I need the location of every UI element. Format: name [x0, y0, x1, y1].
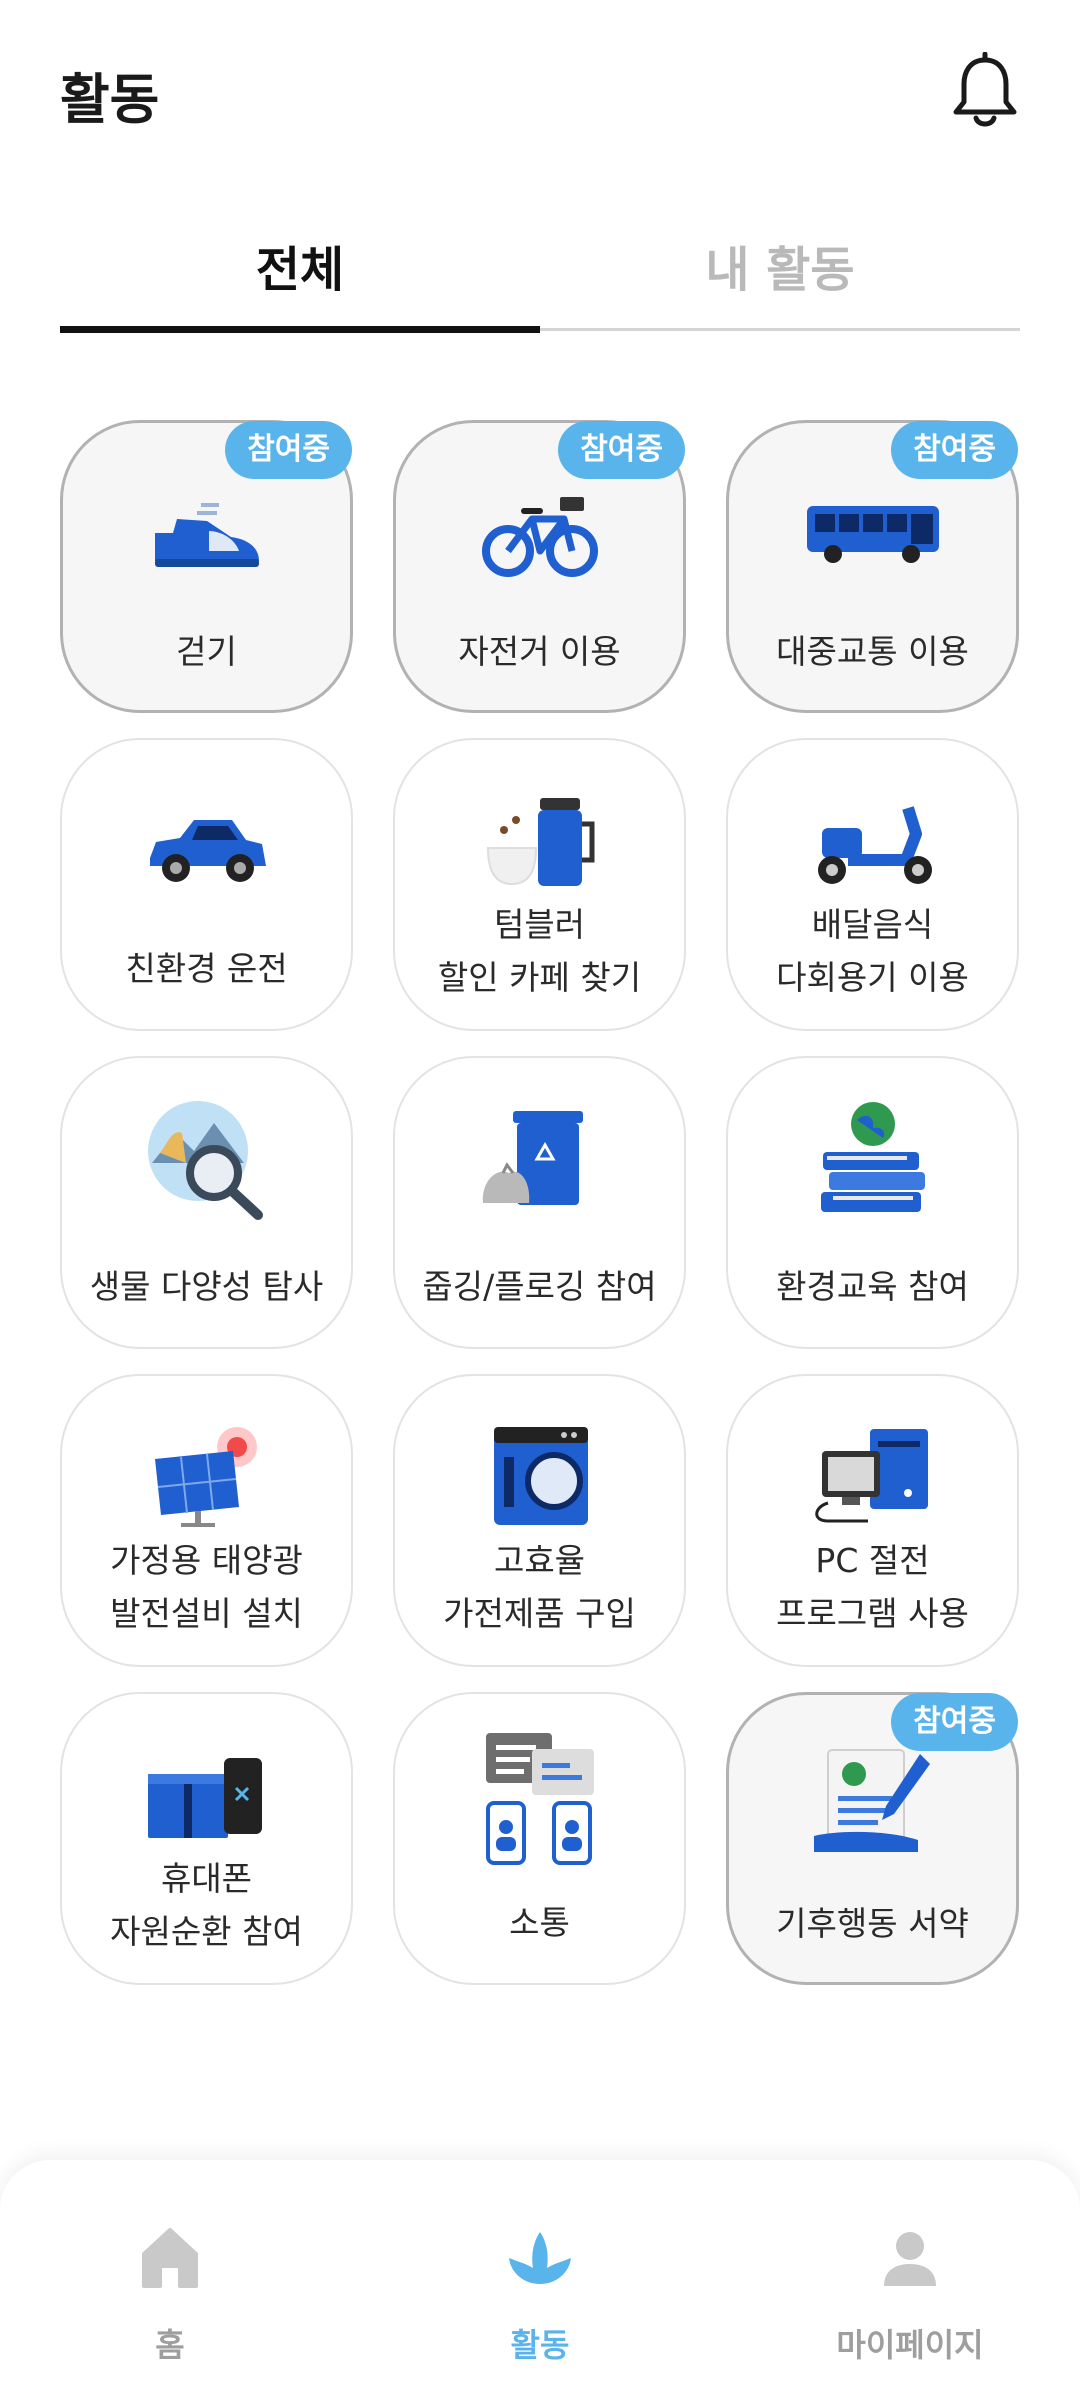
person-icon — [884, 2232, 936, 2286]
activity-screen: 활동 전체 내 활동 참여중 걷기 참여중 자전거 이용 참여중 대중교통 이용… — [0, 0, 1080, 2402]
activity-label: 가전제품 구입 — [443, 1594, 636, 1633]
activity-label: 할인 카페 찾기 — [437, 958, 642, 997]
tab-bar: 전체 내 활동 — [60, 210, 1020, 335]
participating-badge: 참여중 — [891, 421, 1018, 479]
activity-label: 가정용 태양광 — [110, 1541, 303, 1580]
activity-card-tumbler-cafe[interactable]: 텀블러 할인 카페 찾기 — [393, 738, 686, 1031]
participating-badge: 참여중 — [558, 421, 685, 479]
phone-box-icon — [147, 1758, 262, 1838]
activity-card-phone-recycling[interactable]: 휴대폰 자원순환 참여 — [60, 1692, 353, 1985]
activity-label: 생물 다양성 탐사 — [89, 1267, 324, 1306]
participating-badge: 참여중 — [225, 421, 352, 479]
magnifier-globe-icon — [147, 1101, 263, 1220]
pledge-document-icon — [813, 1749, 930, 1852]
activity-card-bicycle[interactable]: 참여중 자전거 이용 — [393, 420, 686, 713]
activity-label: 자전거 이용 — [458, 632, 621, 671]
activity-label: 자원순환 참여 — [110, 1912, 303, 1951]
nav-activity[interactable]: 활동 — [420, 2218, 660, 2366]
activity-label: 프로그램 사용 — [776, 1594, 969, 1633]
activity-label: 대중교통 이용 — [776, 632, 969, 671]
activity-card-public-transport[interactable]: 참여중 대중교통 이용 — [726, 420, 1019, 713]
page-title: 활동 — [60, 68, 160, 131]
bicycle-icon — [481, 497, 598, 577]
scooter-icon — [817, 806, 932, 884]
header: 활동 — [0, 0, 1080, 180]
washing-machine-icon — [493, 1427, 588, 1525]
nav-label: 홈 — [155, 2326, 185, 2364]
activity-label: 다회용기 이용 — [776, 958, 969, 997]
nav-home[interactable]: 홈 — [50, 2218, 290, 2366]
activity-label: 고효율 — [493, 1541, 586, 1580]
activity-label: 배달음식 — [811, 905, 934, 944]
activity-card-pc-power-saving[interactable]: PC 절전 프로그램 사용 — [726, 1374, 1019, 1667]
activity-card-solar-power[interactable]: 가정용 태양광 발전설비 설치 — [60, 1374, 353, 1667]
chat-people-icon — [485, 1733, 594, 1865]
activity-label: 소통 — [509, 1903, 570, 1942]
nav-mypage[interactable]: 마이페이지 — [790, 2218, 1030, 2366]
activity-label: 환경교육 참여 — [776, 1267, 969, 1306]
bell-icon[interactable] — [950, 51, 1020, 132]
activity-card-biodiversity[interactable]: 생물 다양성 탐사 — [60, 1056, 353, 1349]
activity-card-plogging[interactable]: 줍깅/플로깅 참여 — [393, 1056, 686, 1349]
activity-label: 발전설비 설치 — [110, 1594, 303, 1633]
leaf-hand-icon — [509, 2232, 571, 2284]
home-icon — [142, 2228, 198, 2288]
activity-card-walking[interactable]: 참여중 걷기 — [60, 420, 353, 713]
activity-label: 줍깅/플로깅 참여 — [422, 1267, 657, 1306]
solar-panel-icon — [154, 1427, 257, 1527]
activity-card-environmental-education[interactable]: 환경교육 참여 — [726, 1056, 1019, 1349]
activity-label: 휴대폰 — [160, 1859, 253, 1898]
activity-card-climate-pledge[interactable]: 참여중 기후행동 서약 — [726, 1692, 1019, 1985]
tab-all[interactable]: 전체 — [60, 230, 540, 300]
tab-indicator — [60, 326, 540, 333]
activity-label: PC 절전 — [815, 1541, 930, 1580]
nav-label: 마이페이지 — [836, 2326, 984, 2364]
activity-card-communication[interactable]: 소통 — [393, 1692, 686, 1985]
nav-label: 활동 — [510, 2326, 570, 2364]
activity-card-efficient-appliances[interactable]: 고효율 가전제품 구입 — [393, 1374, 686, 1667]
activity-label: 걷기 — [176, 632, 237, 671]
books-globe-icon — [820, 1102, 925, 1212]
bus-icon — [806, 506, 939, 563]
car-icon — [149, 820, 266, 882]
tumbler-icon — [486, 798, 594, 886]
activity-label: 친환경 운전 — [125, 949, 288, 988]
recycle-bin-icon — [482, 1111, 583, 1205]
bottom-navigation: 홈 활동 마이페이지 — [0, 2160, 1080, 2402]
sneaker-icon — [154, 503, 259, 567]
activity-label: 기후행동 서약 — [776, 1904, 969, 1943]
tab-my-activity[interactable]: 내 활동 — [540, 230, 1020, 300]
activity-label: 텀블러 — [493, 905, 586, 944]
computer-icon — [814, 1429, 928, 1523]
activity-card-delivery-container[interactable]: 배달음식 다회용기 이용 — [726, 738, 1019, 1031]
activity-card-eco-driving[interactable]: 친환경 운전 — [60, 738, 353, 1031]
